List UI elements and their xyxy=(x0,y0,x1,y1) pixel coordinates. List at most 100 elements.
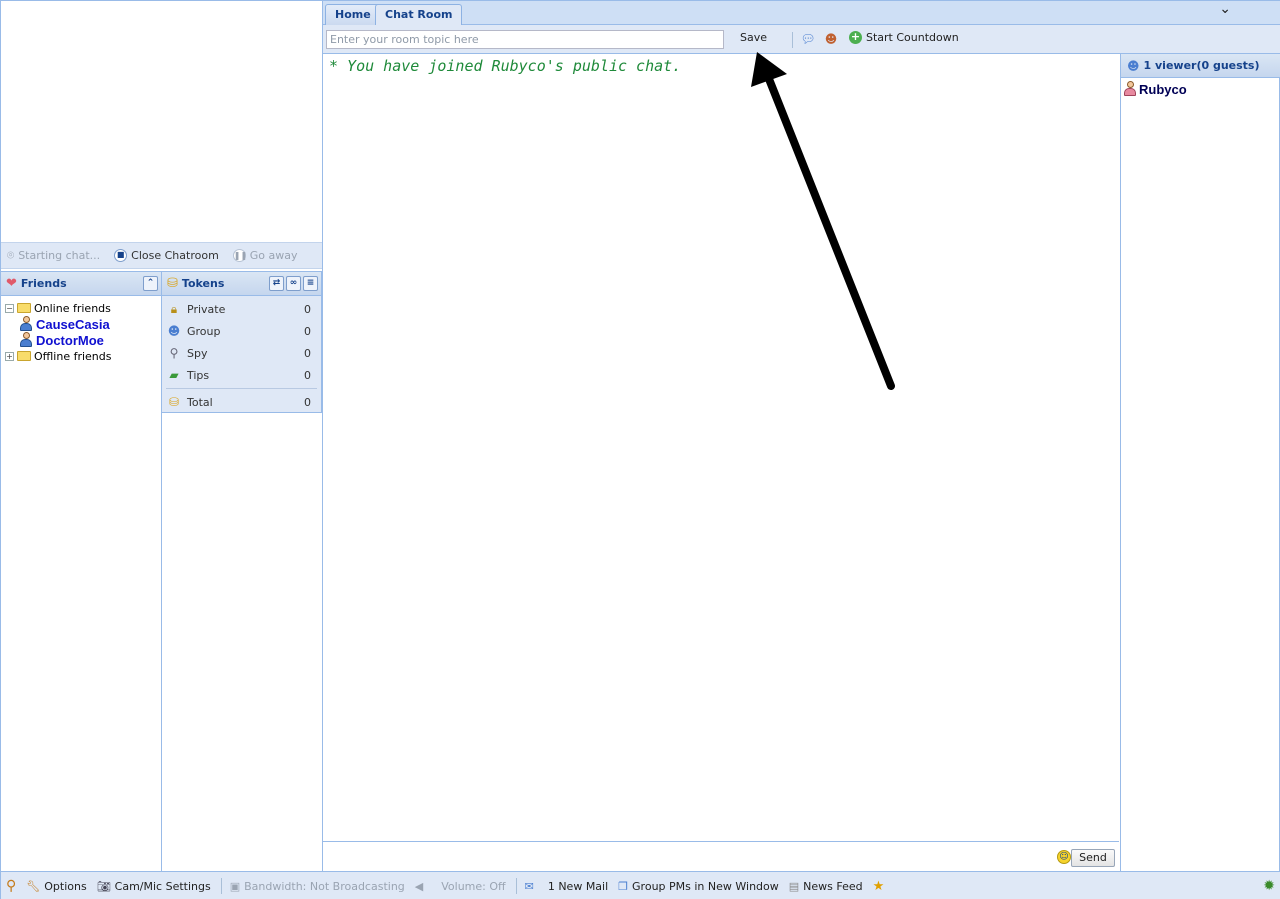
go-away-label: Go away xyxy=(249,249,298,262)
token-row-spy: ⚲ Spy 0 xyxy=(166,342,317,364)
bug-icon[interactable]: ✹ xyxy=(1263,878,1275,894)
user-icon xyxy=(1123,81,1137,97)
status-bar: ⚲ 🔧︎ Options 📷︎ Cam/Mic Settings ▣ Bandw… xyxy=(1,871,1280,899)
send-button[interactable]: Send xyxy=(1071,849,1115,867)
room-topic-input[interactable] xyxy=(326,30,724,49)
token-row-total: ⛁ Total 0 xyxy=(166,391,317,413)
mail-icon: ✉ xyxy=(524,879,534,893)
token-value: 0 xyxy=(304,324,311,338)
group-icon: ☻ xyxy=(167,324,181,338)
left-column: ⌾ Starting chat... ■ Close Chatroom ❚❚ G… xyxy=(1,1,323,871)
search-button[interactable]: ⚲ xyxy=(6,878,16,894)
friend-item[interactable]: DoctorMoe xyxy=(5,332,157,348)
friends-panel: ❤ Friends ⌃ − Online friends CauseCasia xyxy=(1,271,162,871)
group-pms-button[interactable]: ❐ Group PMs in New Window xyxy=(618,880,779,893)
token-separator xyxy=(166,388,317,389)
collapse-friends-button[interactable]: ⌃ xyxy=(143,276,158,291)
tokens-body: 🔒︎ Private 0 ☻ Group 0 ⚲ Spy 0 ▰ Tips 0 … xyxy=(162,296,321,413)
friend-item[interactable]: CauseCasia xyxy=(5,316,157,332)
system-message: * You have joined Rubyco's public chat. xyxy=(329,57,682,75)
mail-button[interactable]: ✉ 1 New Mail xyxy=(525,880,609,893)
refresh-tokens-button[interactable]: ⇄ xyxy=(269,276,284,291)
monitor-icon: ▣ xyxy=(229,879,241,893)
windows-icon: ❐ xyxy=(618,879,629,893)
money-icon: ▰ xyxy=(169,368,179,382)
chat-status-bar: ⌾ Starting chat... ■ Close Chatroom ❚❚ G… xyxy=(1,242,322,269)
online-friends-label: Online friends xyxy=(34,301,111,315)
tokens-header: ⛁ Tokens ⇄ ∞ ≡ xyxy=(162,272,321,296)
viewer-item[interactable]: Rubyco xyxy=(1121,78,1280,100)
wrench-icon: 🔧︎ xyxy=(26,879,41,893)
smiley-icon[interactable]: ☺ xyxy=(1057,850,1071,864)
lock-icon: 🔒︎ xyxy=(170,301,178,316)
cam-mic-label: Cam/Mic Settings xyxy=(114,879,211,893)
news-feed-button[interactable]: ▤ News Feed xyxy=(789,880,863,893)
token-value: 0 xyxy=(304,302,311,316)
pause-icon: ❚❚ xyxy=(232,249,248,262)
friends-tree: − Online friends CauseCasia DoctorMoe + … xyxy=(1,296,161,368)
friends-title: Friends xyxy=(20,277,67,290)
speaker-icon: ◀ xyxy=(414,879,424,893)
chat-bubbles-icon[interactable]: 💬︎ xyxy=(800,31,816,47)
viewer-name[interactable]: Rubyco xyxy=(1139,82,1187,97)
app-window: ⌾ Starting chat... ■ Close Chatroom ❚❚ G… xyxy=(0,0,1280,899)
status-separator xyxy=(515,878,517,894)
token-label: Spy xyxy=(187,346,208,360)
collapse-toggle-icon[interactable]: − xyxy=(5,303,14,313)
save-topic-button[interactable]: Save xyxy=(740,31,767,44)
status-separator xyxy=(220,878,222,894)
offline-friends-label: Offline friends xyxy=(34,349,112,363)
token-label: Group xyxy=(187,324,221,338)
expand-toggle-icon[interactable]: + xyxy=(5,351,14,361)
tokens-panel: ⛁ Tokens ⇄ ∞ ≡ 🔒︎ Private 0 ☻ Group 0 ⚲ … xyxy=(162,271,322,413)
token-total-value: 0 xyxy=(304,395,311,409)
start-countdown-button[interactable]: + Start Countdown xyxy=(849,31,959,44)
binoculars-button[interactable]: ∞ xyxy=(286,276,301,291)
mail-label: 1 New Mail xyxy=(547,879,609,893)
magnifier-icon: ⚲ xyxy=(169,346,179,360)
offline-friends-node[interactable]: + Offline friends xyxy=(5,348,157,364)
friend-name[interactable]: CauseCasia xyxy=(36,317,110,332)
users-icon: ☻ xyxy=(1127,58,1140,73)
chat-input-bar[interactable]: ☺ Send xyxy=(323,841,1119,871)
starting-chat-label: Starting chat... xyxy=(18,249,101,262)
coins-icon: ⛁ xyxy=(168,395,180,409)
token-label: Private xyxy=(187,302,226,316)
chevron-down-icon[interactable]: ⌄ xyxy=(1219,1,1231,17)
token-label: Tips xyxy=(187,368,210,382)
volume-control[interactable]: ◀ Volume: Off xyxy=(415,880,506,893)
token-total-label: Total xyxy=(187,395,213,409)
online-friends-node[interactable]: − Online friends xyxy=(5,300,157,316)
toolbar-separator xyxy=(792,32,793,48)
tab-home[interactable]: Home xyxy=(325,4,381,25)
token-row-private: 🔒︎ Private 0 xyxy=(166,298,317,320)
close-chatroom-button[interactable]: ■ Close Chatroom xyxy=(114,249,219,262)
user-icon xyxy=(19,332,33,348)
start-countdown-label: Start Countdown xyxy=(866,31,959,44)
bandwidth-label: Bandwidth: Not Broadcasting xyxy=(244,879,405,893)
friends-header: ❤ Friends ⌃ xyxy=(1,272,161,296)
favorites-button[interactable]: ★ xyxy=(873,879,885,894)
friend-name[interactable]: DoctorMoe xyxy=(36,333,104,348)
token-row-tips: ▰ Tips 0 xyxy=(166,364,317,386)
user-icon xyxy=(19,316,33,332)
add-icon: + xyxy=(849,30,862,44)
token-value: 0 xyxy=(304,346,311,360)
close-chatroom-label: Close Chatroom xyxy=(131,249,219,262)
news-feed-label: News Feed xyxy=(803,879,863,893)
folder-icon xyxy=(17,351,31,361)
heart-icon: ❤ xyxy=(6,276,17,291)
go-away-button[interactable]: ❚❚ Go away xyxy=(232,249,298,262)
token-value: 0 xyxy=(304,368,311,382)
chat-center: Home Chat Room ⌄ Save 💬︎ ☻ + Start Count… xyxy=(323,1,1280,871)
viewers-header: ☻ 1 viewer(0 guests) xyxy=(1121,54,1280,78)
starting-chat-status: ⌾ Starting chat... xyxy=(7,248,100,263)
folder-icon xyxy=(17,303,31,313)
users-icon[interactable]: ☻ xyxy=(823,31,839,47)
options-button[interactable]: 🔧︎ Options xyxy=(26,880,86,893)
cam-mic-settings-button[interactable]: 📷︎ Cam/Mic Settings xyxy=(97,880,211,893)
tab-chat-room[interactable]: Chat Room xyxy=(375,4,463,26)
list-view-button[interactable]: ≡ xyxy=(303,276,318,291)
volume-label: Volume: Off xyxy=(441,879,506,893)
topic-toolbar: Save 💬︎ ☻ + Start Countdown xyxy=(323,25,1280,54)
